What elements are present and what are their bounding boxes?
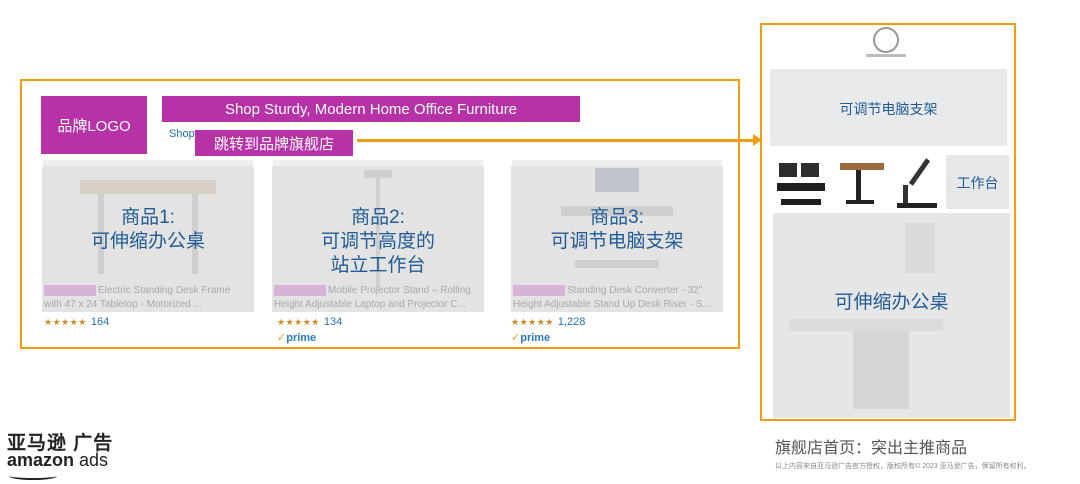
blurred-brand — [513, 284, 565, 296]
store-logo-wordmark — [866, 54, 906, 57]
product-rating[interactable]: ★★★★★ 1,228 — [511, 316, 585, 328]
desk-foot-icon — [846, 200, 874, 204]
star-rating-icon: ★★★★★ — [44, 316, 87, 327]
product-label: 商品2: 可调节高度的 站立工作台 — [320, 207, 435, 276]
product-card-1[interactable]: 商品1: 可伸缩办公桌 Electric Standing Desk Frame… — [42, 166, 254, 312]
store-tile-standing-desk[interactable]: 可伸缩办公桌 — [773, 213, 1010, 418]
store-tile-computer-stand[interactable]: 可调节电脑支架 — [770, 69, 1007, 146]
amazon-ads-logo-en: amazon ads — [7, 450, 109, 470]
riser-base-shape — [575, 260, 659, 268]
tile-label: 工作台 — [956, 175, 999, 191]
product-label: 商品3: 可调节电脑支架 — [550, 207, 684, 252]
store-thumb-monitor-riser[interactable] — [773, 155, 831, 209]
blurred-brand — [44, 284, 96, 296]
prime-badge: ✓prime — [277, 332, 317, 344]
arm-icon — [908, 158, 931, 186]
review-count: 134 — [323, 316, 343, 328]
product-title: Standing Desk Converter - 32" Height Adj… — [513, 284, 711, 310]
connector-line — [357, 139, 755, 142]
copyright-note: 以上内容来自亚马逊广告官方授权，版权所有© 2023 亚马逊广告，保留所有权利。 — [775, 463, 1031, 470]
review-count: 164 — [90, 316, 110, 328]
desk-image-shape — [905, 223, 935, 273]
desk-image-shape — [789, 319, 943, 331]
store-thumb-arm[interactable] — [893, 155, 941, 209]
desk-leg-icon — [856, 170, 861, 200]
riser-icon — [777, 183, 825, 191]
product-title: Electric Standing Desk Frame with 47 x 2… — [44, 284, 231, 310]
prime-badge: ✓prime — [511, 332, 551, 344]
monitor-shape — [595, 168, 639, 192]
arm-base-icon — [897, 203, 937, 208]
review-count: 1,228 — [557, 316, 586, 328]
monitor-icon — [779, 163, 797, 177]
stand-top-shape — [364, 170, 392, 178]
product-rating[interactable]: ★★★★★ 134 — [277, 316, 342, 328]
store-link-tag[interactable]: 跳转到品牌旗舰店 — [195, 130, 353, 156]
brand-logo-box[interactable]: 品牌LOGO — [41, 96, 147, 154]
product-card-3[interactable]: 商品3: 可调节电脑支架 Standing Desk Converter - 3… — [511, 166, 723, 312]
tile-label: 可调节电脑支架 — [839, 101, 938, 117]
star-rating-icon: ★★★★★ — [277, 316, 320, 327]
store-caption: 旗舰店首页：突出主推商品 — [775, 440, 968, 457]
desk-top-icon — [840, 163, 884, 170]
ad-headline[interactable]: Shop Sturdy, Modern Home Office Furnitur… — [162, 96, 580, 122]
shop-link[interactable]: Shop — [169, 128, 195, 140]
product-title: Mobile Projector Stand – Rolling Height … — [274, 284, 471, 310]
monitor-icon — [801, 163, 819, 177]
desk-image-shape — [853, 331, 909, 409]
product-card-2[interactable]: 商品2: 可调节高度的 站立工作台 Mobile Projector Stand… — [272, 166, 484, 312]
store-logo-icon[interactable] — [873, 27, 899, 53]
store-thumb-desk[interactable] — [836, 155, 888, 209]
star-rating-icon: ★★★★★ — [511, 316, 554, 327]
arm-pole-icon — [903, 185, 908, 203]
tile-label: 可伸缩办公桌 — [834, 292, 949, 313]
product-rating[interactable]: ★★★★★ 164 — [44, 316, 109, 328]
riser-base-icon — [781, 199, 821, 205]
desk-top-shape — [80, 180, 216, 194]
product-label: 商品1: 可伸缩办公桌 — [90, 207, 205, 252]
store-thumb-workstation[interactable]: 工作台 — [946, 155, 1009, 209]
blurred-brand — [274, 284, 326, 296]
amazon-smile-icon — [9, 472, 57, 480]
